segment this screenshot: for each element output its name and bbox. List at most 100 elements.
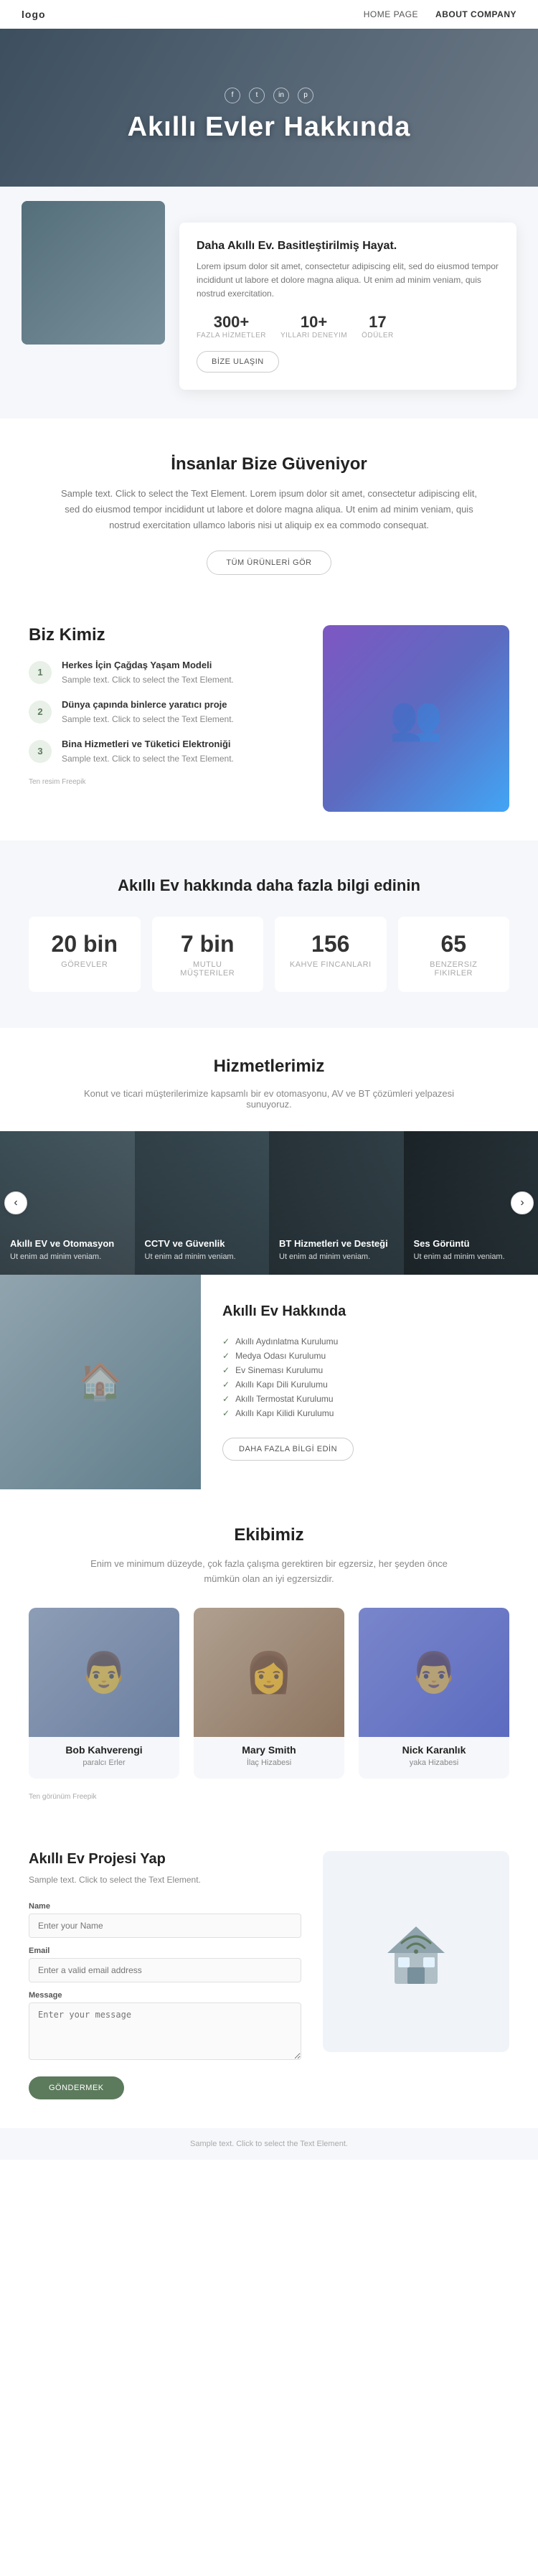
smart-info-section: 🏠 Akıllı Ev Hakkında ✓Akıllı Aydınlatma …: [0, 1275, 538, 1489]
hero-title: Akıllı Evler Hakkında: [128, 112, 411, 143]
footer-text: Sample text. Click to select the Text El…: [29, 2140, 509, 2148]
project-form-title: Akıllı Ev Projesi Yap: [29, 1851, 301, 1868]
services-header: Hizmetlerimiz Konut ve ticari müşteriler…: [0, 1057, 538, 1131]
project-form-text: Sample text. Click to select the Text El…: [29, 1873, 301, 1887]
stat-ideas-number: 65: [412, 931, 496, 957]
stat-ideas-label: Benzersiz Fikirler: [412, 960, 496, 978]
trust-section: İnsanlar Bize Güveniyor Sample text. Cli…: [0, 418, 538, 596]
check-icon-3: ✓: [222, 1365, 230, 1375]
team-card-nick-image: 👨: [359, 1608, 509, 1737]
products-button[interactable]: TÜM ÜRÜNLERİ GÖR: [207, 551, 331, 575]
services-subtitle: Konut ve ticari müşterilerimize kapsamlı…: [68, 1088, 470, 1110]
team-card-bob-name: Bob Kahverengi: [29, 1744, 179, 1756]
slider-left-arrow[interactable]: ‹: [4, 1191, 27, 1214]
hero-content: f t in p Akıllı Evler Hakkında: [128, 88, 411, 143]
linkedin-icon[interactable]: in: [273, 88, 289, 103]
learn-more-button[interactable]: DAHA FAZLA BİLGİ EDİN: [222, 1438, 354, 1461]
stat-card-coffee: 156 Kahve Fincanları: [275, 917, 387, 992]
slider-right-arrow[interactable]: ›: [511, 1191, 534, 1214]
stat-awards: 17 ÖDÜLER: [362, 313, 394, 339]
service-card-3: BT Hizmetleri ve Desteği Ut enim ad mini…: [269, 1131, 404, 1275]
check-icon-6: ✓: [222, 1408, 230, 1418]
team-card-bob-role: paralcı Erler: [29, 1758, 179, 1767]
nav-home[interactable]: HOME PAGE: [364, 9, 418, 19]
who-image-placeholder: 👥: [323, 625, 509, 812]
team-card-bob-image: 👨: [29, 1608, 179, 1737]
stat-tasks-label: Görevler: [43, 960, 126, 969]
service-card-text-3: Ut enim ad minim veniam.: [279, 1252, 394, 1263]
submit-button[interactable]: GÖNDERMEK: [29, 2076, 124, 2099]
who-item-2: 2 Dünya çapında binlerce yaratıcı proje …: [29, 699, 301, 726]
navbar: logo HOME PAGE ABOUT COMPANY: [0, 0, 538, 29]
trust-text: Sample text. Click to select the Text El…: [54, 486, 484, 533]
smart-info-image: 🏠: [0, 1275, 201, 1489]
who-item-content-2: Dünya çapında binlerce yaratıcı proje Sa…: [62, 699, 234, 726]
message-textarea[interactable]: [29, 2003, 301, 2060]
logo: logo: [22, 9, 46, 20]
message-label: Message: [29, 1991, 301, 2000]
team-freepik-credit: Ten görünüm Freepik: [29, 1793, 509, 1801]
who-item-icon-2: 2: [29, 701, 52, 723]
who-section: Biz Kimiz 1 Herkes İçin Çağdaş Yaşam Mod…: [0, 596, 538, 840]
smart-list-item-5: ✓Akıllı Termostat Kurulumu: [222, 1392, 516, 1406]
stat-customers-label: Mutlu Müşteriler: [166, 960, 250, 978]
stat-tasks-number: 20 bin: [43, 931, 126, 957]
team-subtitle: Enim ve minimum düzeyde, çok fazla çalış…: [90, 1557, 448, 1587]
smart-list-item-1: ✓Akıllı Aydınlatma Kurulumu: [222, 1334, 516, 1349]
team-card-mary-role: İlaç Hizabesi: [194, 1758, 344, 1767]
stat-years-number: 10+: [280, 313, 347, 332]
stat-card-customers: 7 bin Mutlu Müşteriler: [152, 917, 264, 992]
service-card-title-2: CCTV ve Güvenlik: [145, 1238, 260, 1249]
team-card-nick: 👨 Nick Karanlık yaka Hizabesi: [359, 1608, 509, 1779]
stat-services: 300+ FAZLA HİZMETLER: [197, 313, 266, 339]
name-input[interactable]: [29, 1914, 301, 1938]
service-card-text-1: Ut enim ad minim veniam.: [10, 1252, 125, 1263]
service-card-title-1: Akıllı EV ve Otomasyon: [10, 1238, 125, 1249]
who-item-1: 1 Herkes İçin Çağdaş Yaşam Modeli Sample…: [29, 660, 301, 686]
stat-customers-number: 7 bin: [166, 931, 250, 957]
info-card: Daha Akıllı Ev. Basitleştirilmiş Hayat. …: [179, 223, 516, 390]
project-form: Akıllı Ev Projesi Yap Sample text. Click…: [29, 1851, 301, 2099]
smart-info-list: ✓Akıllı Aydınlatma Kurulumu ✓Medya Odası…: [222, 1334, 516, 1420]
stats-title: Akıllı Ev hakkında daha fazla bilgi edin…: [29, 876, 509, 895]
smart-home-illustration: [373, 1908, 459, 1995]
who-item-text-1: Sample text. Click to select the Text El…: [62, 673, 234, 686]
stats-section: Akıllı Ev hakkında daha fazla bilgi edin…: [0, 840, 538, 1028]
info-card-text: Lorem ipsum dolor sit amet, consectetur …: [197, 260, 499, 301]
facebook-icon[interactable]: f: [225, 88, 240, 103]
phone-mockup: [22, 201, 165, 345]
services-cards: Akıllı EV ve Otomasyon Ut enim ad minim …: [0, 1131, 538, 1275]
smart-list-item-4: ✓Akıllı Kapı Dili Kurulumu: [222, 1377, 516, 1392]
twitter-icon[interactable]: t: [249, 88, 265, 103]
info-card-image: [22, 201, 165, 345]
pinterest-icon[interactable]: p: [298, 88, 313, 103]
who-image: 👥: [323, 625, 509, 812]
contact-button[interactable]: BİZE ULAŞIN: [197, 351, 279, 373]
email-input[interactable]: [29, 1958, 301, 1982]
name-field: Name: [29, 1902, 301, 1938]
email-field: Email: [29, 1947, 301, 1982]
project-image-placeholder: [323, 1851, 509, 2052]
email-label: Email: [29, 1947, 301, 1955]
services-title: Hizmetlerimiz: [29, 1057, 509, 1077]
who-item-icon-1: 1: [29, 661, 52, 684]
team-card-mary-image: 👩: [194, 1608, 344, 1737]
who-item-3: 3 Bina Hizmetleri ve Tüketici Elektroniğ…: [29, 739, 301, 765]
stat-awards-label: ÖDÜLER: [362, 332, 394, 339]
check-icon-1: ✓: [222, 1336, 230, 1346]
name-label: Name: [29, 1902, 301, 1911]
service-card-text-4: Ut enim ad minim veniam.: [414, 1252, 529, 1263]
who-item-title-2: Dünya çapında binlerce yaratıcı proje: [62, 699, 234, 710]
who-item-text-3: Sample text. Click to select the Text El…: [62, 752, 234, 765]
nav-about[interactable]: ABOUT COMPANY: [435, 9, 516, 19]
service-card-content-4: Ses Görüntü Ut enim ad minim veniam.: [414, 1238, 529, 1263]
info-card-stats: 300+ FAZLA HİZMETLER 10+ YILLARI DENEYIM…: [197, 313, 499, 339]
services-slider: ‹ Akıllı EV ve Otomasyon Ut enim ad mini…: [0, 1131, 538, 1275]
project-section: Akıllı Ev Projesi Yap Sample text. Click…: [0, 1822, 538, 2127]
smart-home-image-placeholder: 🏠: [0, 1275, 201, 1489]
service-card-title-3: BT Hizmetleri ve Desteği: [279, 1238, 394, 1249]
who-item-text-2: Sample text. Click to select the Text El…: [62, 713, 234, 726]
service-card-content-3: BT Hizmetleri ve Desteği Ut enim ad mini…: [279, 1238, 394, 1263]
team-card-mary: 👩 Mary Smith İlaç Hizabesi: [194, 1608, 344, 1779]
stat-coffee-number: 156: [289, 931, 372, 957]
